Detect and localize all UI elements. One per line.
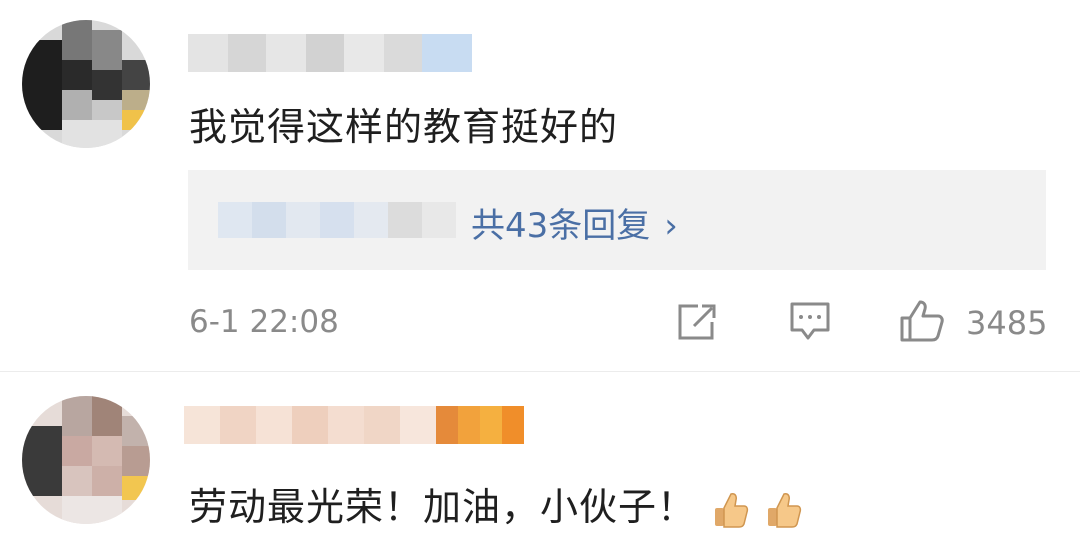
username-blurred[interactable] bbox=[188, 34, 472, 72]
comment-text-content: 劳动最光荣！加油，小伙子！ bbox=[189, 485, 697, 529]
replier-names-blurred bbox=[218, 202, 456, 238]
like-icon[interactable] bbox=[898, 298, 946, 344]
chevron-right-icon: › bbox=[664, 206, 678, 246]
share-icon[interactable] bbox=[674, 302, 718, 342]
thumbs-up-emoji-icon bbox=[715, 492, 749, 528]
thumbs-up-emoji-icon bbox=[768, 492, 802, 528]
username-blurred[interactable] bbox=[184, 406, 524, 444]
comment-icon[interactable] bbox=[788, 300, 832, 344]
view-replies-link[interactable]: 共43条回复 › bbox=[471, 198, 678, 247]
like-count: 3485 bbox=[966, 304, 1048, 342]
replies-preview[interactable]: 共43条回复 › bbox=[188, 170, 1046, 270]
comment-item-1: 我觉得这样的教育挺好的 共43条回复 › 6-1 22:08 3485 bbox=[0, 0, 1080, 371]
comment-text: 我觉得这样的教育挺好的 bbox=[189, 105, 619, 149]
comment-item-2: 劳动最光荣！加油，小伙子！ bbox=[0, 372, 1080, 541]
timestamp: 6-1 22:08 bbox=[189, 304, 339, 340]
replies-count-label: 共43条回复 bbox=[471, 206, 651, 246]
avatar[interactable] bbox=[22, 396, 150, 524]
avatar[interactable] bbox=[22, 20, 150, 148]
comment-text: 劳动最光荣！加油，小伙子！ bbox=[189, 476, 802, 531]
